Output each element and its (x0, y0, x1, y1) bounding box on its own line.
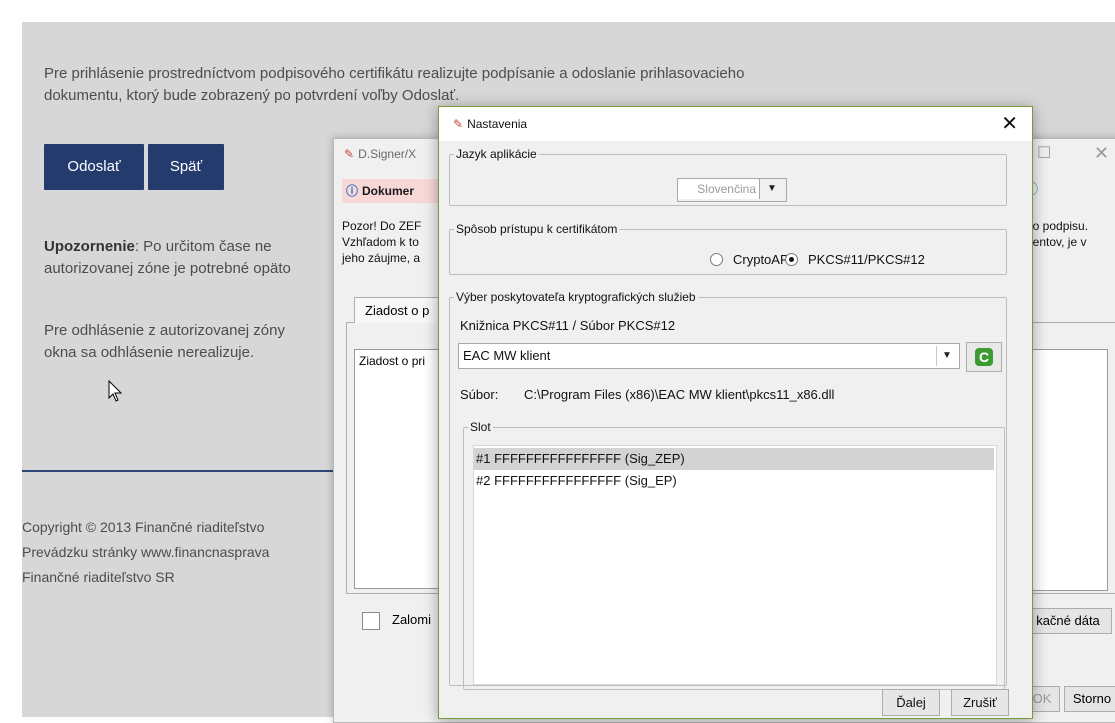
pen-icon: ✎ (453, 117, 464, 131)
footer-operator: Prevádzku stránky www.financnasprava (22, 544, 270, 560)
file-label: Súbor: (460, 387, 499, 402)
footer-org: Finančné riaditeľstvo SR (22, 569, 175, 585)
warning-right-line1: ho podpisu. (1026, 219, 1089, 233)
close-icon[interactable]: ✕ (1094, 143, 1109, 164)
intro-text-line1: Pre prihlásenie prostredníctvom podpisov… (44, 65, 745, 82)
refresh-icon: C (975, 348, 993, 366)
access-method-label: Spôsob prístupu k certifikátom (456, 222, 618, 236)
intro-text-line2: dokumentu, ktorý bude zobrazený po potvr… (44, 87, 460, 104)
send-button[interactable]: Odoslať (44, 144, 144, 190)
language-select: Slovenčina ▼ (677, 178, 787, 202)
language-select-value: Slovenčina (678, 179, 760, 199)
chevron-down-icon[interactable]: ▼ (936, 346, 957, 366)
warning-text: : Po určitom čase ne (134, 238, 272, 255)
close-icon[interactable]: ✕ (1001, 111, 1018, 136)
warning-text-line2: autorizovanej zóne je potrebné opäto (44, 260, 291, 277)
footer-divider (22, 470, 352, 472)
footer-copyright: Copyright © 2013 Finančné riaditeľstvo (22, 519, 265, 535)
dsigner-title: ✎ D.Signer/X (344, 147, 417, 161)
dialog-titlebar (439, 107, 1032, 141)
slot-group-label: Slot (470, 420, 491, 434)
warning-line2: Vzhľadom k to (342, 235, 419, 249)
dialog-title: ✎ Nastavenia (453, 117, 528, 131)
warning-right-line2: nentov, je v (1026, 235, 1087, 249)
cancel-button[interactable]: Storno (1064, 686, 1115, 712)
provider-group-label: Výber poskytovateľa kryptografických slu… (456, 290, 696, 304)
warning-label: Upozornenie (44, 238, 135, 255)
next-button[interactable]: Ďalej (882, 689, 940, 716)
logout-text-line2: okna sa odhlásenie nerealizuje. (44, 344, 255, 361)
wrap-checkbox-label: Zalomi (392, 612, 432, 627)
warning-line1: Pozor! Do ZEF (342, 219, 422, 233)
maximize-icon[interactable]: ☐ (1037, 143, 1051, 163)
library-select[interactable]: EAC MW klient ▼ (458, 343, 960, 369)
list-item[interactable]: #2 FFFFFFFFFFFFFFFF (Sig_EP) (474, 470, 994, 492)
chevron-down-icon: ▼ (767, 183, 777, 194)
access-method-group: Spôsob prístupu k certifikátom (449, 222, 1007, 275)
language-group-label: Jazyk aplikácie (456, 147, 537, 161)
wrap-checkbox[interactable] (362, 612, 380, 630)
list-item[interactable]: #1 FFFFFFFFFFFFFFFF (Sig_ZEP) (474, 448, 994, 470)
library-label: Knižnica PKCS#11 / Súbor PKCS#12 (460, 318, 676, 333)
radio-pkcs-label: PKCS#11/PKCS#12 (808, 252, 925, 267)
radio-cryptoapi[interactable] (710, 253, 723, 266)
back-button[interactable]: Späť (148, 144, 224, 190)
info-icon: ⓘ (346, 184, 359, 198)
file-path: C:\Program Files (x86)\EAC MW klient\pkc… (524, 387, 835, 402)
mouse-cursor-icon (108, 379, 124, 409)
pen-icon: ✎ (344, 147, 355, 161)
cert-data-button[interactable]: kačné dáta (1024, 608, 1112, 634)
library-select-value: EAC MW klient (463, 348, 551, 363)
logout-text-line1: Pre odhlásenie z autorizovanej zóny (44, 322, 285, 339)
refresh-button[interactable]: C (966, 342, 1002, 372)
slot-list[interactable]: #1 FFFFFFFFFFFFFFFF (Sig_ZEP) #2 FFFFFFF… (473, 445, 997, 685)
radio-pkcs[interactable] (785, 253, 798, 266)
radio-cryptoapi-label: CryptoAPI (733, 252, 793, 267)
warning-text-line1: Upozornenie: Po určitom čase ne (44, 236, 272, 258)
document-textarea-right[interactable] (1024, 349, 1108, 591)
warning-line3: jeho záujme, a (342, 251, 421, 265)
cancel-button[interactable]: Zrušiť (951, 689, 1009, 716)
